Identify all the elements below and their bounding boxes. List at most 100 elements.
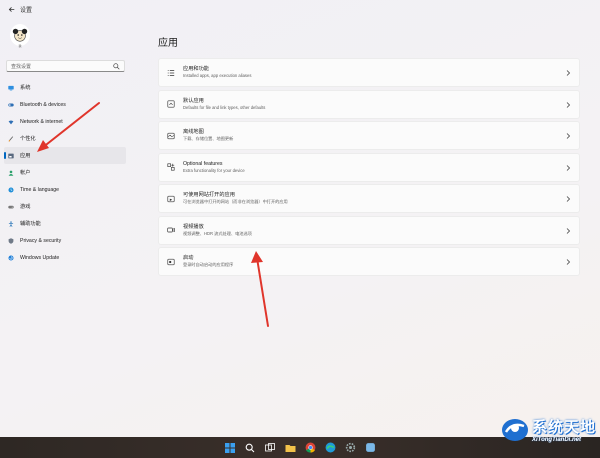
sidebar-item-label: Privacy & security <box>20 237 62 244</box>
sidebar-item-windows-update[interactable]: Windows Update <box>4 249 126 266</box>
brush-icon <box>8 135 14 142</box>
sidebar-item-label: 辅助功能 <box>20 221 41 227</box>
card-subtitle: Defaults for file and link types, other … <box>183 104 266 110</box>
start-button[interactable] <box>223 441 237 455</box>
window-title: 设置 <box>20 7 33 14</box>
app-icon <box>365 443 375 452</box>
sidebar-item-label: 游戏 <box>20 204 31 210</box>
card-subtitle: Installed apps, app execution aliases <box>183 73 252 78</box>
card-title: 默认应用 <box>183 97 204 104</box>
sidebar-item-privacy[interactable]: Privacy & security <box>4 232 126 249</box>
card-apps-for-websites[interactable]: 可使用网站打开的应用 可在浏览器中打开的网站（而非在浏览器）中打开的应用 <box>158 184 580 213</box>
card-video-playback[interactable]: 视频播放 视频调整、HDR 流式处理、电池选项 <box>158 215 580 245</box>
task-view-icon <box>265 442 275 451</box>
chevron-right-icon <box>566 227 571 234</box>
settings-cards: 应用和功能 Installed apps, app execution alia… <box>158 58 580 279</box>
page-title: 应用 <box>158 38 178 49</box>
features-icon <box>167 163 175 171</box>
search-placeholder: 查找设置 <box>11 63 32 70</box>
search-icon <box>245 443 255 452</box>
monitor-icon <box>8 85 14 90</box>
search-icon <box>113 62 120 70</box>
list-icon <box>167 69 175 76</box>
sidebar-item-apps[interactable]: 应用 <box>4 147 126 164</box>
person-icon <box>8 170 14 176</box>
avatar-cartoon-icon <box>12 28 28 42</box>
watermark-url: XiTongTianDi.net <box>531 436 581 443</box>
watermark: 系统天地 XiTongTianDi.net <box>500 414 596 444</box>
watermark-logo <box>501 419 528 441</box>
sidebar-item-label: Network & internet <box>20 118 63 125</box>
folder-icon <box>285 444 295 452</box>
settings-window: 设置 我 查找设置 系统 Bluetooth & devices Network… <box>0 0 600 437</box>
map-icon <box>167 132 175 139</box>
sidebar-item-system[interactable]: 系统 <box>4 79 126 96</box>
sidebar-item-label: Time & language <box>20 186 60 193</box>
sidebar-item-label: 帐户 <box>20 170 31 176</box>
search-input[interactable]: 查找设置 <box>6 60 125 72</box>
back-arrow-icon <box>8 6 14 12</box>
accessibility-icon <box>8 220 14 227</box>
card-title: Optional features <box>183 160 223 167</box>
sidebar-item-bluetooth[interactable]: Bluetooth & devices <box>4 96 126 113</box>
wifi-icon <box>8 120 14 124</box>
bluetooth-icon <box>8 103 14 106</box>
video-icon <box>167 227 175 233</box>
sidebar-item-personalization[interactable]: 个性化 <box>4 130 126 147</box>
sidebar-item-accessibility[interactable]: 辅助功能 <box>4 215 126 232</box>
pinned-app-button[interactable] <box>363 441 377 455</box>
title-bar: 设置 <box>0 0 600 18</box>
default-apps-icon <box>167 100 175 108</box>
task-view-button[interactable] <box>263 441 277 455</box>
chrome-icon <box>305 442 315 453</box>
sidebar-item-gaming[interactable]: 游戏 <box>4 198 126 215</box>
card-default-apps[interactable]: 默认应用 Defaults for file and link types, o… <box>158 89 580 119</box>
chevron-right-icon <box>566 259 571 265</box>
watermark-title: 系统天地 <box>531 417 596 436</box>
edge-button[interactable] <box>323 441 337 455</box>
edge-icon <box>325 442 335 453</box>
shield-icon <box>8 237 14 244</box>
card-title: 视频播放 <box>183 223 204 230</box>
avatar[interactable] <box>10 24 30 46</box>
sidebar-item-accounts[interactable]: 帐户 <box>4 164 126 181</box>
card-offline-maps[interactable]: 离线地图 下载、存储位置、地图更新 <box>158 121 580 150</box>
file-explorer-button[interactable] <box>283 441 297 455</box>
settings-icon <box>345 442 355 453</box>
sidebar-item-label: 个性化 <box>20 136 36 142</box>
sidebar-item-label: Bluetooth & devices <box>20 101 66 108</box>
chevron-right-icon <box>566 196 571 202</box>
settings-button[interactable] <box>343 441 357 455</box>
chrome-button[interactable] <box>303 441 317 455</box>
gamepad-icon <box>8 205 14 208</box>
card-startup[interactable]: 启动 登录时自动启动的应用程序 <box>158 247 580 276</box>
sidebar-item-label: 应用 <box>20 153 31 159</box>
card-subtitle: 登录时自动启动的应用程序 <box>183 262 234 267</box>
chevron-right-icon <box>566 70 571 76</box>
startup-icon <box>167 258 175 265</box>
globe-clock-icon <box>8 186 14 193</box>
taskbar-search-button[interactable] <box>243 441 257 455</box>
card-subtitle: 下载、存储位置、地图更新 <box>183 136 234 141</box>
sidebar-item-network[interactable]: Network & internet <box>4 113 126 130</box>
chevron-right-icon <box>566 133 571 139</box>
user-name: 我 <box>18 44 22 48</box>
card-subtitle: Extra functionality for your device <box>183 167 245 173</box>
update-icon <box>8 254 14 261</box>
website-apps-icon <box>167 195 175 202</box>
card-title: 可使用网站打开的应用 <box>183 192 235 198</box>
card-optional-features[interactable]: Optional features Extra functionality fo… <box>158 152 580 182</box>
apps-icon <box>8 153 14 158</box>
chevron-right-icon <box>566 164 571 171</box>
sidebar-item-time-language[interactable]: Time & language <box>4 181 126 198</box>
card-title: 启动 <box>183 255 194 261</box>
card-subtitle: 视频调整、HDR 流式处理、电池选项 <box>183 230 252 236</box>
card-apps-features[interactable]: 应用和功能 Installed apps, app execution alia… <box>158 58 580 87</box>
card-title: 离线地图 <box>183 129 204 135</box>
card-subtitle: 可在浏览器中打开的网站（而非在浏览器）中打开的应用 <box>183 199 288 204</box>
windows-start-icon <box>225 442 235 453</box>
sidebar-nav: 系统 Bluetooth & devices Network & interne… <box>4 79 126 266</box>
chevron-right-icon <box>566 101 571 108</box>
sidebar-item-label: 系统 <box>20 85 31 91</box>
back-button[interactable] <box>4 2 18 16</box>
